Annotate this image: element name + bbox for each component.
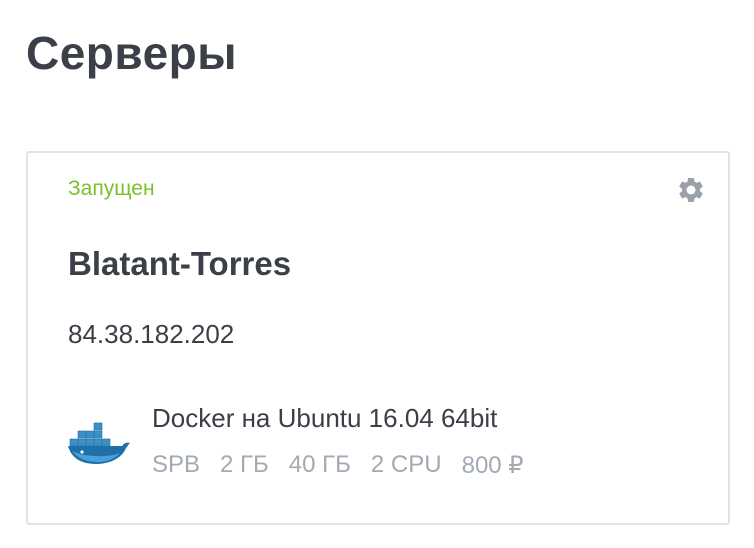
spec-price: 800 ₽: [461, 452, 524, 479]
page: Серверы Запущен Blatant-Torres 84.38.182…: [0, 0, 754, 548]
spec-region: SPB: [152, 451, 201, 478]
server-name: Blatant-Torres: [68, 245, 292, 282]
status-label: Запущен: [68, 177, 155, 200]
spec-ram: 2 ГБ: [220, 451, 269, 478]
server-specs: SPB 2 ГБ 40 ГБ 2 CPU 800 ₽: [152, 451, 524, 480]
spec-cpu: 2 CPU: [370, 451, 442, 478]
docker-whale-icon: [68, 421, 132, 465]
spec-disk: 40 ГБ: [288, 451, 351, 478]
server-ip: 84.38.182.202: [68, 319, 235, 349]
server-card[interactable]: Запущен Blatant-Torres 84.38.182.202 Doc…: [26, 151, 730, 525]
gear-icon[interactable]: [676, 175, 706, 205]
image-name: Docker на Ubuntu 16.04 64bit: [152, 403, 498, 433]
page-title: Серверы: [26, 27, 238, 79]
